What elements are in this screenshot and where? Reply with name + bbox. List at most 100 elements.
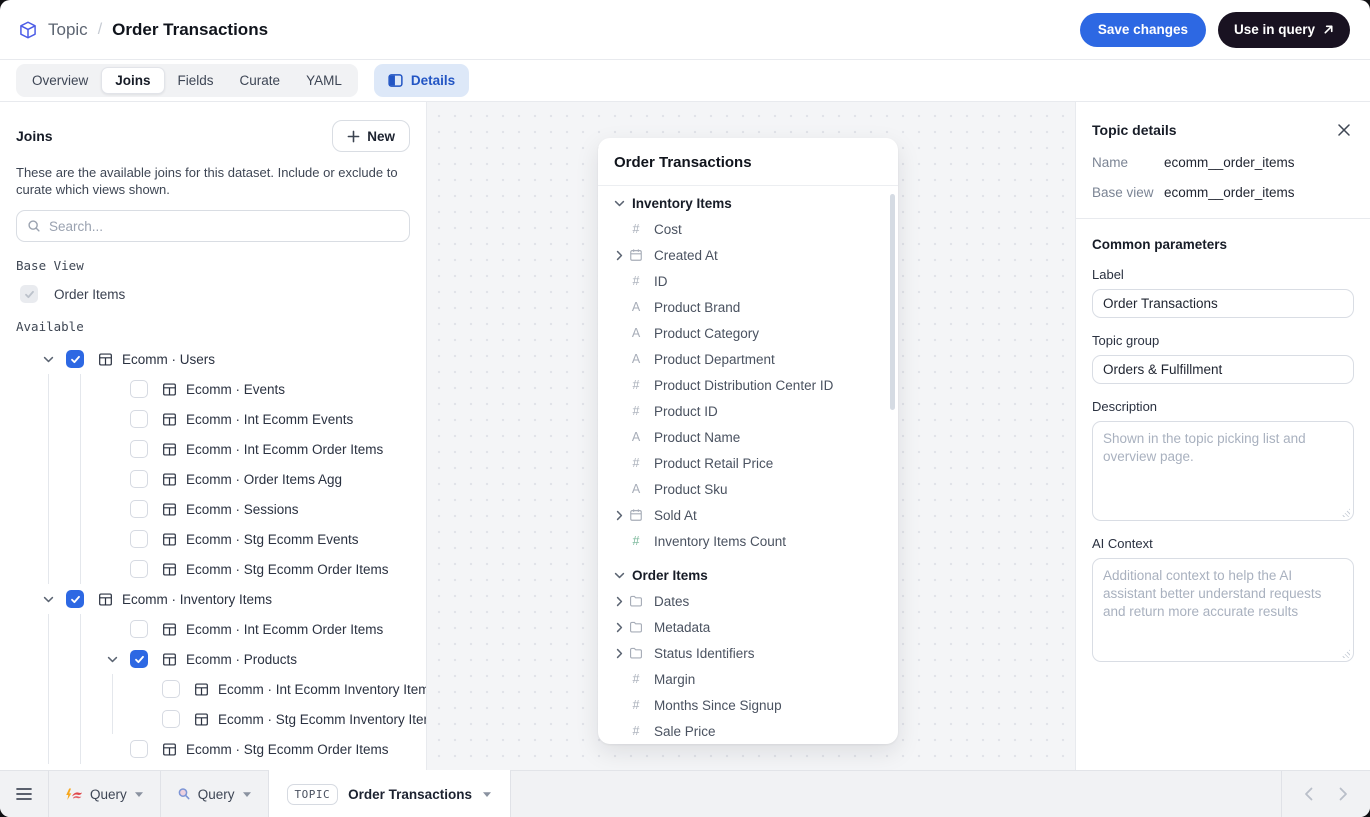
breadcrumb-section[interactable]: Topic (48, 20, 88, 40)
bottom-bar: Query Query TOPIC Order Transactions (0, 770, 1370, 817)
description-field-label: Description (1092, 399, 1158, 414)
field-row[interactable]: Sold At (610, 502, 890, 528)
field-row[interactable]: A Product Sku (610, 476, 890, 502)
chevron-right-icon[interactable] (1339, 787, 1348, 801)
tab-joins[interactable]: Joins (101, 67, 165, 94)
field-row[interactable]: A Product Department (610, 346, 890, 372)
scrollbar-thumb[interactable] (890, 194, 895, 410)
tree-item[interactable]: Ecomm · Int Ecomm Order Items (16, 614, 410, 645)
label-input[interactable] (1092, 289, 1354, 318)
string-field-icon: A (631, 300, 641, 314)
tree-item[interactable]: Ecomm · Stg Ecomm Inventory Items (16, 704, 426, 735)
tree-item[interactable]: Ecomm · Stg Ecomm Order Items (16, 554, 410, 585)
folder-field-icon (628, 620, 644, 634)
tree-guide-line (64, 464, 96, 495)
field-row[interactable]: # Margin (610, 666, 890, 692)
field-row[interactable]: Status Identifiers (610, 640, 890, 666)
bolt-swoosh-icon (65, 788, 83, 801)
field-row[interactable]: # Cost (610, 216, 890, 242)
topic-tab-active[interactable]: TOPIC Order Transactions (268, 770, 510, 817)
details-toggle-button[interactable]: Details (373, 64, 470, 97)
field-row[interactable]: A Product Category (610, 320, 890, 346)
field-row[interactable]: Created At (610, 242, 890, 268)
description-textarea[interactable] (1092, 421, 1354, 521)
joins-search[interactable] (16, 210, 410, 243)
query-tab-1[interactable]: Query (49, 771, 160, 817)
tree-item-label: Ecomm · Sessions (186, 501, 299, 517)
new-join-button[interactable]: New (332, 120, 410, 152)
field-row[interactable]: A Product Name (610, 424, 890, 450)
join-checkbox[interactable] (130, 470, 148, 489)
join-checkbox[interactable] (130, 500, 148, 519)
chevron-down-icon[interactable] (482, 791, 492, 798)
query-tab-2[interactable]: Query (161, 771, 268, 817)
tree-item[interactable]: Ecomm · Products (16, 644, 410, 675)
tree-item[interactable]: Ecomm · Inventory Items (16, 584, 410, 614)
field-row[interactable]: # Sale Price (610, 718, 890, 744)
hamburger-icon[interactable] (0, 771, 48, 817)
tab-yaml[interactable]: YAML (293, 67, 355, 94)
string-field-icon: A (631, 326, 641, 340)
join-checkbox[interactable] (130, 560, 148, 579)
join-checkbox[interactable] (130, 530, 148, 549)
field-row[interactable]: # Product Distribution Center ID (610, 372, 890, 398)
field-row[interactable]: Dates (610, 588, 890, 614)
tree-item[interactable]: Ecomm · Int Ecomm Order Items (16, 434, 410, 465)
ai-context-textarea[interactable] (1092, 558, 1354, 662)
field-row[interactable]: # Inventory Items Count (610, 528, 890, 554)
field-row[interactable]: # Product Retail Price (610, 450, 890, 476)
chevron-down-icon[interactable] (32, 584, 64, 614)
tree-guide-line (64, 674, 96, 705)
chevron-down-icon[interactable] (610, 572, 628, 579)
tab-curate[interactable]: Curate (227, 67, 294, 94)
field-row[interactable]: # Months Since Signup (610, 692, 890, 718)
tree-item[interactable]: Ecomm · Stg Ecomm Events (16, 524, 410, 555)
save-changes-button[interactable]: Save changes (1079, 12, 1206, 47)
chevron-right-icon[interactable] (610, 622, 628, 633)
chevron-down-icon[interactable] (32, 344, 64, 374)
tree-item[interactable]: Ecomm · Stg Ecomm Order Items (16, 734, 410, 765)
field-section-header[interactable]: Inventory Items (610, 190, 890, 216)
tree-item-label: Ecomm · Events (186, 381, 286, 397)
tree-item[interactable]: Ecomm · Int Ecomm Events (16, 404, 410, 435)
chevron-left-icon[interactable] (1304, 787, 1313, 801)
join-checkbox[interactable] (130, 440, 148, 459)
join-checkbox[interactable] (130, 740, 148, 759)
field-row[interactable]: Metadata (610, 614, 890, 640)
join-checkbox[interactable] (130, 410, 148, 429)
chevron-right-icon[interactable] (610, 250, 628, 261)
table-icon (162, 502, 177, 517)
tab-overview[interactable]: Overview (19, 67, 101, 94)
chevron-down-icon[interactable] (610, 200, 628, 207)
field-row[interactable]: # Product ID (610, 398, 890, 424)
join-checkbox[interactable] (66, 590, 84, 609)
chevron-slot (96, 374, 128, 404)
tree-item[interactable]: Ecomm · Sessions (16, 494, 410, 525)
field-row[interactable]: A Product Brand (610, 294, 890, 320)
join-checkbox[interactable] (162, 680, 180, 699)
chevron-right-icon[interactable] (610, 510, 628, 521)
close-icon[interactable] (1334, 120, 1354, 140)
field-label: Months Since Signup (654, 697, 782, 713)
tree-item[interactable]: Ecomm · Events (16, 374, 410, 405)
join-checkbox[interactable] (130, 620, 148, 639)
field-label: Product Distribution Center ID (654, 377, 834, 393)
use-in-query-button[interactable]: Use in query (1217, 11, 1350, 48)
search-input[interactable] (49, 218, 399, 234)
card-field-list: Inventory Items # Cost Created At # ID A Produc… (598, 186, 898, 744)
tree-item[interactable]: Ecomm · Users (16, 344, 410, 374)
join-checkbox[interactable] (66, 350, 84, 369)
join-checkbox[interactable] (130, 650, 148, 669)
tree-item[interactable]: Ecomm · Order Items Agg (16, 464, 410, 495)
field-section-header[interactable]: Order Items (610, 562, 890, 588)
chevron-right-icon[interactable] (610, 648, 628, 659)
chevron-slot (96, 614, 128, 644)
chevron-right-icon[interactable] (610, 596, 628, 607)
tree-item[interactable]: Ecomm · Int Ecomm Inventory Items (16, 674, 426, 705)
tab-fields[interactable]: Fields (165, 67, 227, 94)
topic-group-input[interactable] (1092, 355, 1354, 384)
join-checkbox[interactable] (162, 710, 180, 729)
chevron-down-icon[interactable] (96, 644, 128, 674)
join-checkbox[interactable] (130, 380, 148, 399)
field-row[interactable]: # ID (610, 268, 890, 294)
